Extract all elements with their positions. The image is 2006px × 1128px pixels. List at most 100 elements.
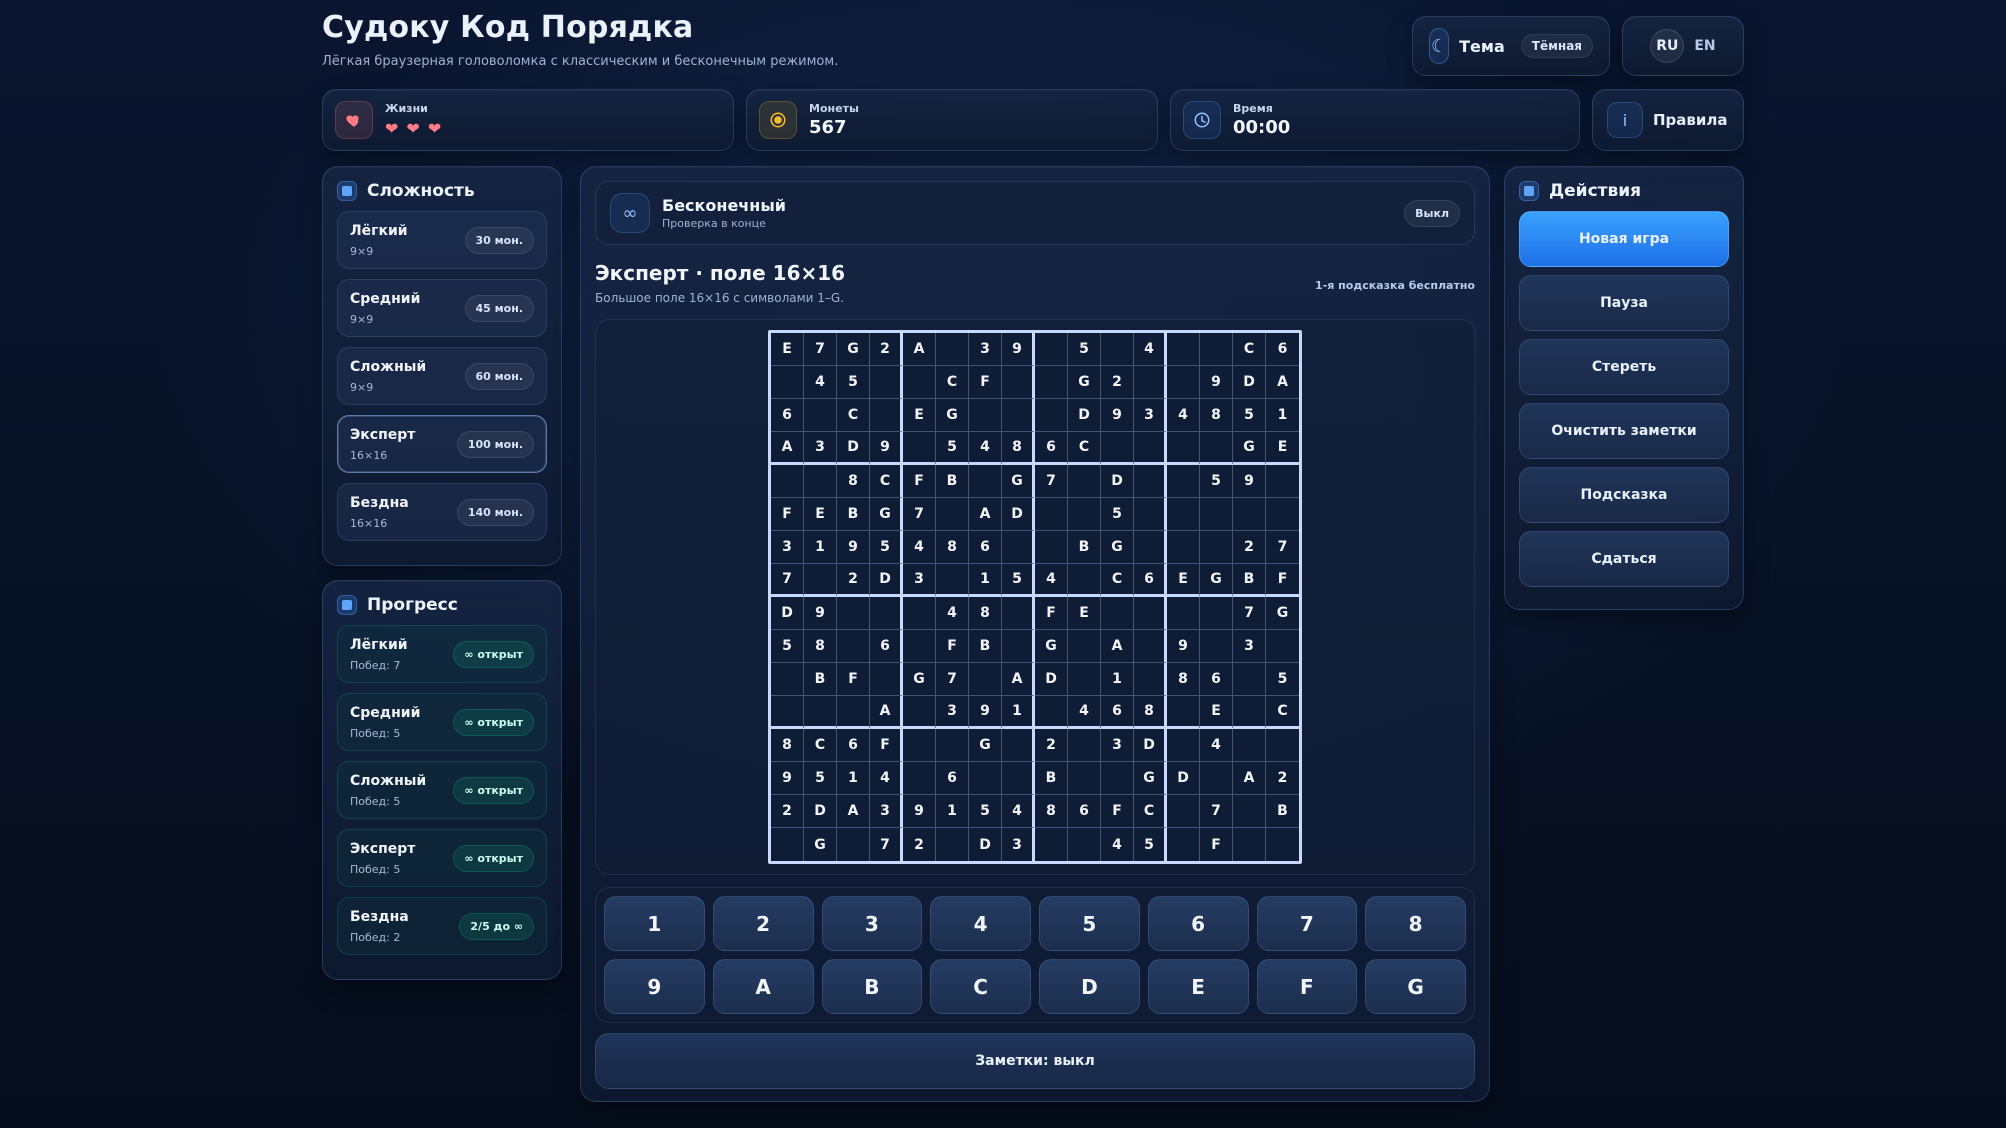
sudoku-cell[interactable]: 9	[1233, 465, 1266, 498]
sudoku-cell[interactable]	[1068, 498, 1101, 531]
sudoku-cell[interactable]: D	[870, 564, 903, 597]
sudoku-cell[interactable]	[1266, 465, 1299, 498]
sudoku-cell[interactable]	[1167, 828, 1200, 861]
sudoku-cell[interactable]: 6	[837, 729, 870, 762]
sudoku-cell[interactable]: E	[1266, 432, 1299, 465]
sudoku-cell[interactable]	[771, 366, 804, 399]
sudoku-cell[interactable]	[1002, 729, 1035, 762]
sudoku-cell[interactable]	[1068, 630, 1101, 663]
sudoku-cell[interactable]	[837, 630, 870, 663]
sudoku-cell[interactable]	[870, 597, 903, 630]
sudoku-cell[interactable]: B	[1266, 795, 1299, 828]
sudoku-cell[interactable]	[1002, 762, 1035, 795]
sudoku-cell[interactable]: B	[837, 498, 870, 531]
rules-button[interactable]: i Правила	[1592, 89, 1744, 151]
keypad-key[interactable]: 4	[930, 896, 1031, 951]
sudoku-cell[interactable]	[1035, 498, 1068, 531]
sudoku-cell[interactable]	[1167, 366, 1200, 399]
sudoku-cell[interactable]	[1167, 795, 1200, 828]
sudoku-cell[interactable]: 4	[1002, 795, 1035, 828]
sudoku-cell[interactable]	[870, 663, 903, 696]
sudoku-cell[interactable]: A	[1101, 630, 1134, 663]
sudoku-cell[interactable]	[1200, 432, 1233, 465]
sudoku-cell[interactable]: 7	[1035, 465, 1068, 498]
sudoku-cell[interactable]: 3	[969, 333, 1002, 366]
sudoku-cell[interactable]: 1	[1002, 696, 1035, 729]
sudoku-cell[interactable]: A	[837, 795, 870, 828]
sudoku-cell[interactable]: 4	[1167, 399, 1200, 432]
sudoku-cell[interactable]	[837, 828, 870, 861]
sudoku-cell[interactable]: 9	[969, 696, 1002, 729]
clear-notes-button[interactable]: Очистить заметки	[1519, 403, 1729, 459]
sudoku-cell[interactable]	[1233, 696, 1266, 729]
sudoku-cell[interactable]	[1035, 696, 1068, 729]
sudoku-cell[interactable]: 5	[936, 432, 969, 465]
sudoku-cell[interactable]: 2	[1233, 531, 1266, 564]
keypad-key[interactable]: 5	[1039, 896, 1140, 951]
sudoku-cell[interactable]: C	[1068, 432, 1101, 465]
sudoku-cell[interactable]: B	[804, 663, 837, 696]
sudoku-cell[interactable]: 6	[1068, 795, 1101, 828]
sudoku-cell[interactable]: 4	[804, 366, 837, 399]
sudoku-cell[interactable]: 4	[969, 432, 1002, 465]
sudoku-cell[interactable]	[936, 564, 969, 597]
sudoku-cell[interactable]: 9	[804, 597, 837, 630]
sudoku-cell[interactable]	[936, 828, 969, 861]
sudoku-cell[interactable]: 4	[870, 762, 903, 795]
sudoku-cell[interactable]	[1035, 399, 1068, 432]
difficulty-item-medium[interactable]: Средний 9×9 45 мон.	[337, 279, 547, 337]
sudoku-cell[interactable]: G	[1200, 564, 1233, 597]
pause-button[interactable]: Пауза	[1519, 275, 1729, 331]
sudoku-cell[interactable]: A	[1002, 663, 1035, 696]
sudoku-cell[interactable]: G	[870, 498, 903, 531]
sudoku-cell[interactable]: 8	[804, 630, 837, 663]
sudoku-cell[interactable]: E	[1167, 564, 1200, 597]
sudoku-cell[interactable]: 8	[1134, 696, 1167, 729]
sudoku-cell[interactable]: 5	[1266, 663, 1299, 696]
sudoku-cell[interactable]: 2	[837, 564, 870, 597]
keypad-key[interactable]: E	[1147, 959, 1249, 1014]
notes-toggle-button[interactable]: Заметки: выкл	[595, 1033, 1475, 1089]
sudoku-cell[interactable]	[903, 366, 936, 399]
sudoku-cell[interactable]	[1134, 630, 1167, 663]
sudoku-cell[interactable]: 6	[1035, 432, 1068, 465]
sudoku-cell[interactable]: B	[1233, 564, 1266, 597]
sudoku-cell[interactable]: G	[1035, 630, 1068, 663]
sudoku-cell[interactable]: D	[1101, 465, 1134, 498]
sudoku-cell[interactable]	[1200, 630, 1233, 663]
sudoku-cell[interactable]: C	[1101, 564, 1134, 597]
sudoku-cell[interactable]: 3	[936, 696, 969, 729]
sudoku-cell[interactable]: 9	[837, 531, 870, 564]
sudoku-cell[interactable]	[1200, 498, 1233, 531]
sudoku-cell[interactable]: 7	[936, 663, 969, 696]
sudoku-cell[interactable]: C	[1134, 795, 1167, 828]
sudoku-cell[interactable]	[1134, 531, 1167, 564]
sudoku-cell[interactable]	[969, 663, 1002, 696]
keypad-key[interactable]: C	[930, 959, 1031, 1014]
sudoku-cell[interactable]: D	[771, 597, 804, 630]
sudoku-cell[interactable]	[1101, 333, 1134, 366]
sudoku-cell[interactable]: 8	[837, 465, 870, 498]
keypad-key[interactable]: 8	[1365, 896, 1466, 951]
sudoku-cell[interactable]	[936, 333, 969, 366]
sudoku-cell[interactable]: 1	[837, 762, 870, 795]
sudoku-cell[interactable]: 9	[903, 795, 936, 828]
sudoku-cell[interactable]	[1266, 498, 1299, 531]
sudoku-cell[interactable]	[903, 432, 936, 465]
keypad-key[interactable]: 9	[604, 959, 705, 1014]
sudoku-cell[interactable]: 3	[903, 564, 936, 597]
sudoku-cell[interactable]	[1068, 465, 1101, 498]
sudoku-cell[interactable]: D	[1134, 729, 1167, 762]
sudoku-cell[interactable]	[936, 498, 969, 531]
sudoku-cell[interactable]: D	[1035, 663, 1068, 696]
sudoku-cell[interactable]: 5	[1101, 498, 1134, 531]
sudoku-cell[interactable]: 4	[1035, 564, 1068, 597]
sudoku-cell[interactable]: 4	[1200, 729, 1233, 762]
sudoku-cell[interactable]: D	[804, 795, 837, 828]
theme-toggle-button[interactable]: ☾ Тема Тёмная	[1412, 16, 1610, 76]
sudoku-cell[interactable]: 3	[1134, 399, 1167, 432]
sudoku-cell[interactable]	[903, 597, 936, 630]
sudoku-cell[interactable]: D	[1002, 498, 1035, 531]
sudoku-cell[interactable]: 2	[870, 333, 903, 366]
sudoku-cell[interactable]: 1	[1101, 663, 1134, 696]
